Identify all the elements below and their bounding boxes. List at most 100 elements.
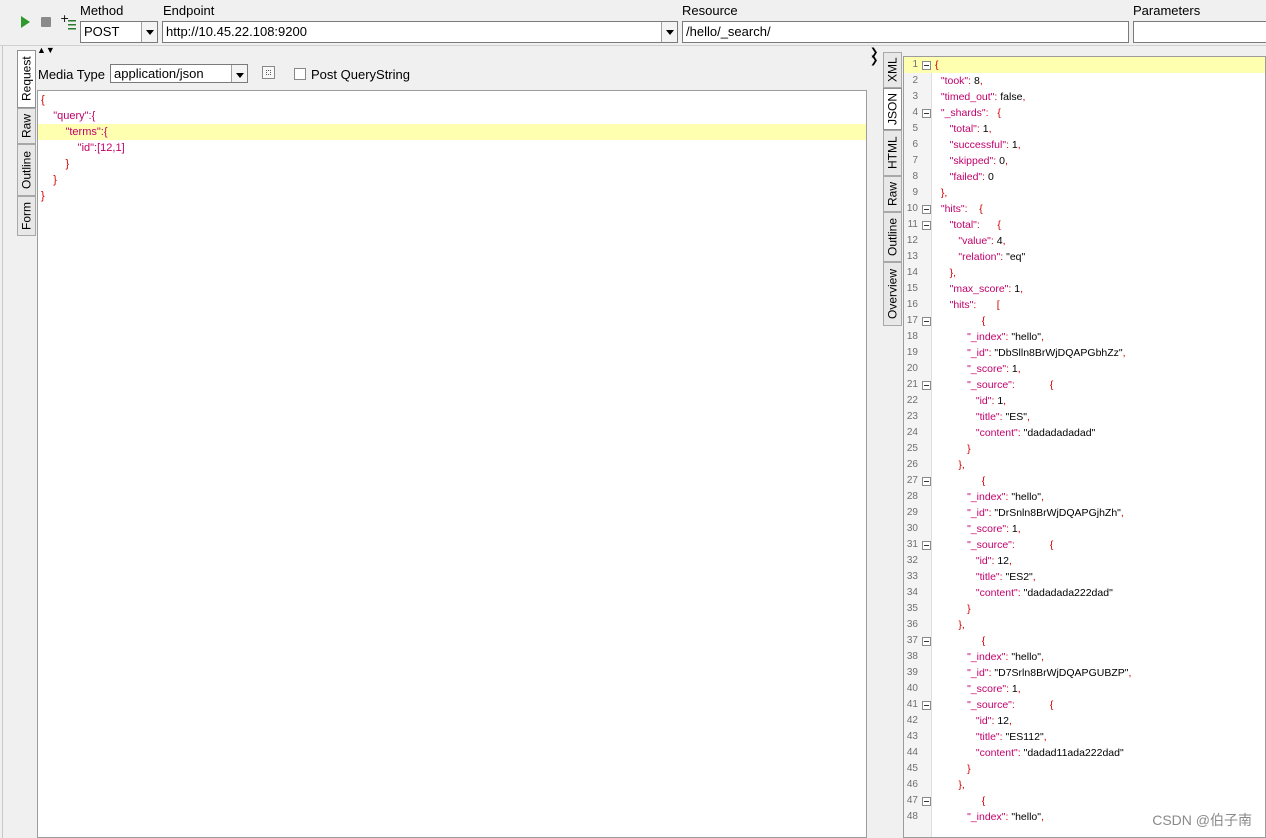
- response-line: 47 {: [904, 793, 1265, 809]
- response-line: 33 "title": "ES2",: [904, 569, 1265, 585]
- tab-form[interactable]: Form: [17, 196, 36, 236]
- format-icon[interactable]: [262, 66, 275, 79]
- post-querystring-checkbox[interactable]: [294, 68, 306, 80]
- line-number: 43: [906, 731, 918, 742]
- response-text: "total": 1,: [949, 123, 992, 135]
- response-editor[interactable]: 1{2 "took": 8, 3 "timed_out": false, 4 "_s…: [903, 56, 1266, 838]
- line-number: 1: [912, 59, 918, 70]
- fold-toggle-icon[interactable]: [922, 797, 931, 806]
- fold-toggle-icon[interactable]: [922, 109, 931, 118]
- response-line: 14 },: [904, 265, 1265, 281]
- response-text: "_index": "hello",: [967, 491, 1044, 503]
- response-text: "_source": {: [967, 379, 1054, 391]
- response-line: 15 "max_score": 1,: [904, 281, 1265, 297]
- response-text: "_index": "hello",: [967, 811, 1044, 823]
- request-header: Media Type application/json Post QuerySt…: [37, 58, 867, 90]
- line-number: 38: [906, 651, 918, 662]
- endpoint-value: http://10.45.22.108:9200: [166, 24, 307, 39]
- request-editor[interactable]: { "query":{ "terms":{ "id":[12,1] } } }: [37, 90, 867, 838]
- tab-raw[interactable]: Raw: [17, 108, 36, 144]
- fold-toggle-icon[interactable]: [922, 205, 931, 214]
- line-number: 5: [912, 123, 918, 134]
- response-line: 1{: [904, 57, 1265, 73]
- line-number: 37: [906, 635, 918, 646]
- resource-value: /hello/_search/: [686, 24, 771, 39]
- response-line: 35 }: [904, 601, 1265, 617]
- response-text: "_source": {: [967, 699, 1054, 711]
- line-number: 23: [906, 411, 918, 422]
- add-endpoint-icon[interactable]: +: [60, 13, 78, 31]
- chevron-down-icon[interactable]: [661, 22, 677, 42]
- collapse-arrows-icon[interactable]: ▲▼: [37, 46, 55, 55]
- line-number: 3: [912, 91, 918, 102]
- tab-overview[interactable]: Overview: [883, 262, 902, 326]
- response-text: "_score": 1,: [967, 363, 1021, 375]
- fold-toggle-icon[interactable]: [922, 381, 931, 390]
- line-number: 7: [912, 155, 918, 166]
- response-line: 8 "failed": 0: [904, 169, 1265, 185]
- response-line: 16 "hits": [: [904, 297, 1265, 313]
- chevron-down-icon[interactable]: [231, 65, 247, 82]
- svg-text:+: +: [60, 13, 69, 25]
- method-select[interactable]: POST: [80, 21, 158, 43]
- parameters-input[interactable]: [1133, 21, 1266, 43]
- tab-raw[interactable]: Raw: [883, 176, 902, 212]
- response-text: },: [949, 267, 957, 279]
- fold-toggle-icon[interactable]: [922, 637, 931, 646]
- tab-request[interactable]: Request: [17, 50, 36, 108]
- chevron-down-icon[interactable]: [141, 22, 157, 42]
- line-number: 30: [906, 523, 918, 534]
- tab-json[interactable]: JSON: [883, 88, 902, 130]
- response-text: },: [940, 187, 948, 199]
- line-number: 8: [912, 171, 918, 182]
- response-text: "hits": {: [940, 203, 983, 215]
- tab-outline[interactable]: Outline: [883, 212, 902, 262]
- resource-label: Resource: [682, 3, 738, 18]
- line-number: 21: [906, 379, 918, 390]
- fold-toggle-icon[interactable]: [922, 541, 931, 550]
- response-line: 5 "total": 1,: [904, 121, 1265, 137]
- resource-input[interactable]: /hello/_search/: [682, 21, 1129, 43]
- fold-toggle-icon[interactable]: [922, 701, 931, 710]
- response-text: "_score": 1,: [967, 523, 1021, 535]
- line-number: 18: [906, 331, 918, 342]
- response-text: "hits": [: [949, 299, 1000, 311]
- response-text: "max_score": 1,: [949, 283, 1024, 295]
- response-line: 39 "_id": "D7Srln8BrWjDQAPGUBZP",: [904, 665, 1265, 681]
- fold-toggle-icon[interactable]: [922, 477, 931, 486]
- response-text: "id": 12,: [975, 555, 1012, 567]
- stop-icon[interactable]: [40, 16, 52, 28]
- response-text: "value": 4,: [958, 235, 1006, 247]
- fold-toggle-icon[interactable]: [922, 317, 931, 326]
- response-text: "timed_out": false,: [940, 91, 1026, 103]
- tab-xml[interactable]: XML: [883, 52, 902, 88]
- media-type-select[interactable]: application/json: [110, 64, 248, 83]
- response-line: 43 "title": "ES112",: [904, 729, 1265, 745]
- tab-html[interactable]: HTML: [883, 130, 902, 176]
- media-type-value: application/json: [114, 66, 204, 81]
- collapse-right-icon[interactable]: ❯ ❯: [870, 48, 878, 66]
- line-number: 44: [906, 747, 918, 758]
- response-line: 38 "_index": "hello",: [904, 649, 1265, 665]
- toolbar: + Method POST Endpoint http://10.45.22.1…: [0, 0, 1266, 46]
- response-line: 46 },: [904, 777, 1265, 793]
- response-line: 42 "id": 12,: [904, 713, 1265, 729]
- panel-splitter[interactable]: ❯ ❯: [867, 46, 881, 838]
- line-number: 4: [912, 107, 918, 118]
- response-line: 22 "id": 1,: [904, 393, 1265, 409]
- line-number: 13: [906, 251, 918, 262]
- line-number: 20: [906, 363, 918, 374]
- fold-toggle-icon[interactable]: [922, 61, 931, 70]
- method-value: POST: [84, 24, 120, 39]
- line-number: 27: [906, 475, 918, 486]
- fold-toggle-icon[interactable]: [922, 221, 931, 230]
- response-text: "_index": "hello",: [967, 651, 1044, 663]
- response-line: 11 "total": {: [904, 217, 1265, 233]
- response-line: 20 "_score": 1,: [904, 361, 1265, 377]
- endpoint-input[interactable]: http://10.45.22.108:9200: [162, 21, 678, 43]
- tab-outline[interactable]: Outline: [17, 144, 36, 196]
- line-number: 47: [906, 795, 918, 806]
- play-icon[interactable]: [19, 15, 31, 29]
- response-line: 25 }: [904, 441, 1265, 457]
- response-line: 13 "relation": "eq": [904, 249, 1265, 265]
